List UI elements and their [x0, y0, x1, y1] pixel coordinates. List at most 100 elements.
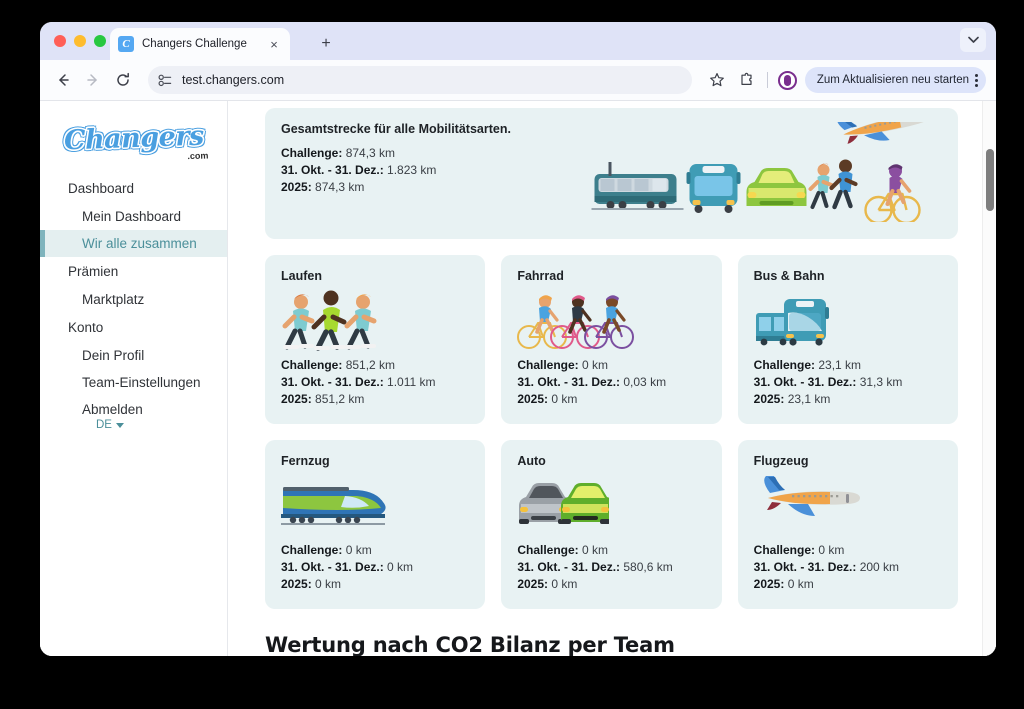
mobility-cards-row-1: Laufen Challenge: 851,2 km 31. Okt. - 31… — [265, 255, 958, 425]
mode-title: Fernzug — [281, 454, 330, 469]
browser-toolbar: test.changers.com Zum Aktualisieren neu … — [40, 60, 996, 100]
mode-stats: Challenge: 0 km 31. Okt. - 31. Dez.: 0,0… — [517, 357, 705, 408]
label-challenge: Challenge: — [281, 146, 343, 160]
close-tab-icon[interactable]: × — [266, 36, 282, 52]
mode-year-value: 0 km — [551, 577, 578, 592]
new-tab-button[interactable]: + — [316, 34, 336, 54]
label-year: 2025: — [281, 577, 312, 592]
label-year: 2025: — [281, 392, 312, 407]
mode-title: Auto — [517, 454, 546, 469]
bookmark-button[interactable] — [704, 67, 730, 93]
mode-challenge-value: 851,2 km — [345, 358, 396, 372]
page-viewport: Changers .com Dashboard Mein Dashboard W… — [40, 100, 996, 656]
language-selector-label: DE — [96, 419, 112, 431]
label-challenge: Challenge: — [753, 543, 815, 558]
mode-year-value: 0 km — [315, 577, 342, 592]
puzzle-piece-icon — [741, 72, 752, 85]
total-period-value: 1.823 km — [387, 163, 437, 178]
mode-period-row: 31. Okt. - 31. Dez.: 580,6 km — [517, 559, 705, 576]
label-challenge: Challenge: — [517, 543, 579, 558]
mode-card-fernzug: Fernzug Challenge: 0 km 31. Okt. - 31. D… — [265, 440, 486, 610]
sidebar-group-konto: Konto — [68, 320, 104, 335]
mode-challenge-value: 0 km — [818, 543, 845, 558]
language-selector[interactable]: DE — [96, 419, 124, 431]
sidebar-group-dashboard: Dashboard — [68, 181, 135, 196]
window-controls — [54, 35, 106, 47]
label-year: 2025: — [517, 392, 549, 407]
mode-period-value: 580,6 km — [623, 560, 673, 575]
mode-year-row: 2025: 23,1 km — [754, 391, 942, 408]
arrow-right-icon — [87, 74, 97, 86]
mode-card-flugzeug: Flugzeug Challenge: 0 km 31. Okt. - 31. … — [737, 440, 958, 610]
car-icon — [746, 168, 807, 206]
mode-challenge-row: Challenge: 851,2 km — [281, 357, 469, 374]
tram-icon — [591, 162, 684, 210]
mobility-cards-row-2: Fernzug Challenge: 0 km 31. Okt. - 31. D… — [265, 440, 958, 610]
main-content: Gesamtstrecke für alle Mobilitätsarten. … — [228, 101, 996, 656]
caret-down-icon — [115, 422, 124, 428]
tab-title: Changers Challenge — [142, 38, 247, 50]
mode-period-value: 0 km — [387, 560, 414, 575]
minimize-window-button[interactable] — [74, 35, 86, 47]
cyclist-icon — [864, 164, 921, 225]
label-period: 31. Okt. - 31. Dez.: — [517, 375, 621, 390]
site-settings-icon[interactable] — [158, 74, 173, 87]
total-period-row: 31. Okt. - 31. Dez.: 1.823 km — [281, 162, 581, 179]
cars-icon — [517, 474, 705, 540]
brand-logo[interactable]: Changers .com — [40, 109, 227, 174]
arrow-left-icon — [59, 74, 69, 86]
label-period: 31. Okt. - 31. Dez.: — [281, 560, 384, 575]
label-challenge: Challenge: — [281, 543, 343, 558]
mode-year-value: 851,2 km — [315, 392, 365, 407]
mode-challenge-value: 23,1 km — [818, 358, 862, 372]
label-period: 31. Okt. - 31. Dez.: — [281, 375, 384, 390]
total-challenge-row: Challenge: 874,3 km — [281, 145, 581, 162]
close-window-button[interactable] — [54, 35, 66, 47]
relaunch-to-update-button[interactable]: Zum Aktualisieren neu starten — [804, 67, 986, 93]
label-period: 31. Okt. - 31. Dez.: — [281, 163, 384, 178]
tab-search-button[interactable] — [960, 28, 986, 52]
page-scrollbar[interactable] — [982, 101, 996, 656]
sidebar-item-mein-dashboard[interactable]: Mein Dashboard — [40, 203, 227, 230]
extensions-button[interactable] — [734, 67, 760, 93]
forward-button[interactable] — [80, 67, 106, 93]
star-icon — [709, 73, 724, 87]
label-year: 2025: — [753, 392, 785, 407]
mode-stats: Challenge: 851,2 km 31. Okt. - 31. Dez.:… — [281, 357, 469, 408]
mode-card-auto: Auto Challenge: 0 km 31. Okt. - 31. Dez.… — [501, 440, 722, 610]
mode-period-value: 1.011 km — [387, 375, 436, 390]
mode-challenge-row: Challenge: 0 km — [517, 357, 705, 374]
mode-year-row: 2025: 851,2 km — [281, 391, 469, 408]
mode-challenge-row: Challenge: 0 km — [281, 542, 469, 559]
mode-stats: Challenge: 0 km 31. Okt. - 31. Dez.: 200… — [754, 542, 942, 593]
mode-title: Flugzeug — [753, 454, 809, 469]
reload-button[interactable] — [110, 67, 136, 93]
mode-period-row: 31. Okt. - 31. Dez.: 1.011 km — [281, 374, 469, 391]
sidebar-item-dein-profil[interactable]: Dein Profil — [40, 342, 227, 369]
scrollbar-thumb[interactable] — [986, 149, 994, 211]
sidebar-item-abmelden[interactable]: Abmelden — [40, 396, 227, 423]
mobility-illustration — [581, 113, 942, 227]
label-period: 31. Okt. - 31. Dez.: — [517, 560, 621, 575]
address-bar[interactable]: test.changers.com — [148, 66, 692, 94]
mode-year-value: 0 km — [551, 392, 578, 407]
mode-challenge-value: 0 km — [345, 543, 372, 558]
chrome-menu-icon[interactable] — [975, 73, 978, 87]
brand-logo-suffix: .com — [186, 150, 209, 162]
bus-tram-icon — [754, 289, 942, 355]
airplane-icon — [837, 113, 932, 144]
profile-button[interactable] — [775, 67, 801, 93]
sidebar-item-wir-alle-zusammen[interactable]: Wir alle zusammen — [40, 230, 227, 257]
bus-icon — [686, 164, 741, 213]
runners-icon — [808, 159, 858, 210]
maximize-window-button[interactable] — [94, 35, 106, 47]
back-button[interactable] — [50, 67, 76, 93]
mode-year-row: 2025: 0 km — [754, 576, 942, 593]
changers-favicon-icon: C — [118, 36, 134, 52]
sidebar-item-marktplatz[interactable]: Marktplatz — [40, 286, 227, 313]
browser-tab[interactable]: C Changers Challenge × — [110, 28, 290, 60]
mode-challenge-row: Challenge: 0 km — [517, 542, 705, 559]
total-distance-card: Gesamtstrecke für alle Mobilitätsarten. … — [265, 108, 958, 239]
mobility-banner-icon — [591, 113, 932, 225]
sidebar-item-team-einstellungen[interactable]: Team-Einstellungen — [40, 369, 227, 396]
